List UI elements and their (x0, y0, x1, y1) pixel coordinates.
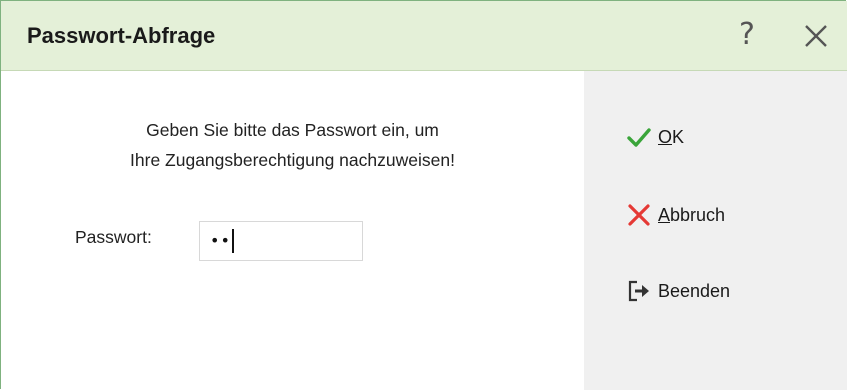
password-input[interactable]: •• (199, 221, 363, 261)
dialog-content: Geben Sie bitte das Passwort ein, um Ihr… (1, 71, 584, 390)
action-panel: OK Abbruch Beenden (584, 71, 847, 390)
prompt-line-1: Geben Sie bitte das Passwort ein, um (146, 120, 439, 140)
ok-button[interactable]: OK (626, 119, 684, 155)
exit-icon (628, 280, 649, 302)
ok-label: OK (658, 126, 685, 147)
password-dialog: Passwort-Abfrage ? Geben Sie bitte das P… (0, 0, 847, 390)
close-button[interactable] (801, 21, 831, 51)
help-button[interactable]: ? (729, 15, 765, 55)
cancel-label: Abbruch (658, 204, 726, 225)
prompt-message: Geben Sie bitte das Passwort ein, um Ihr… (1, 115, 584, 175)
password-masked-value: •• (210, 231, 231, 250)
title-bar: Passwort-Abfrage ? (1, 1, 847, 71)
quit-label: Beenden (658, 280, 731, 301)
prompt-line-2: Ihre Zugangsberechtigung nachzuweisen! (130, 150, 455, 170)
close-icon (805, 25, 827, 47)
quit-button[interactable]: Beenden (626, 273, 730, 309)
checkmark-icon (627, 128, 651, 147)
password-label: Passwort: (75, 227, 152, 247)
cancel-button[interactable]: Abbruch (626, 197, 725, 233)
dialog-title: Passwort-Abfrage (27, 23, 216, 48)
cross-icon (628, 204, 650, 226)
text-caret (231, 229, 234, 253)
